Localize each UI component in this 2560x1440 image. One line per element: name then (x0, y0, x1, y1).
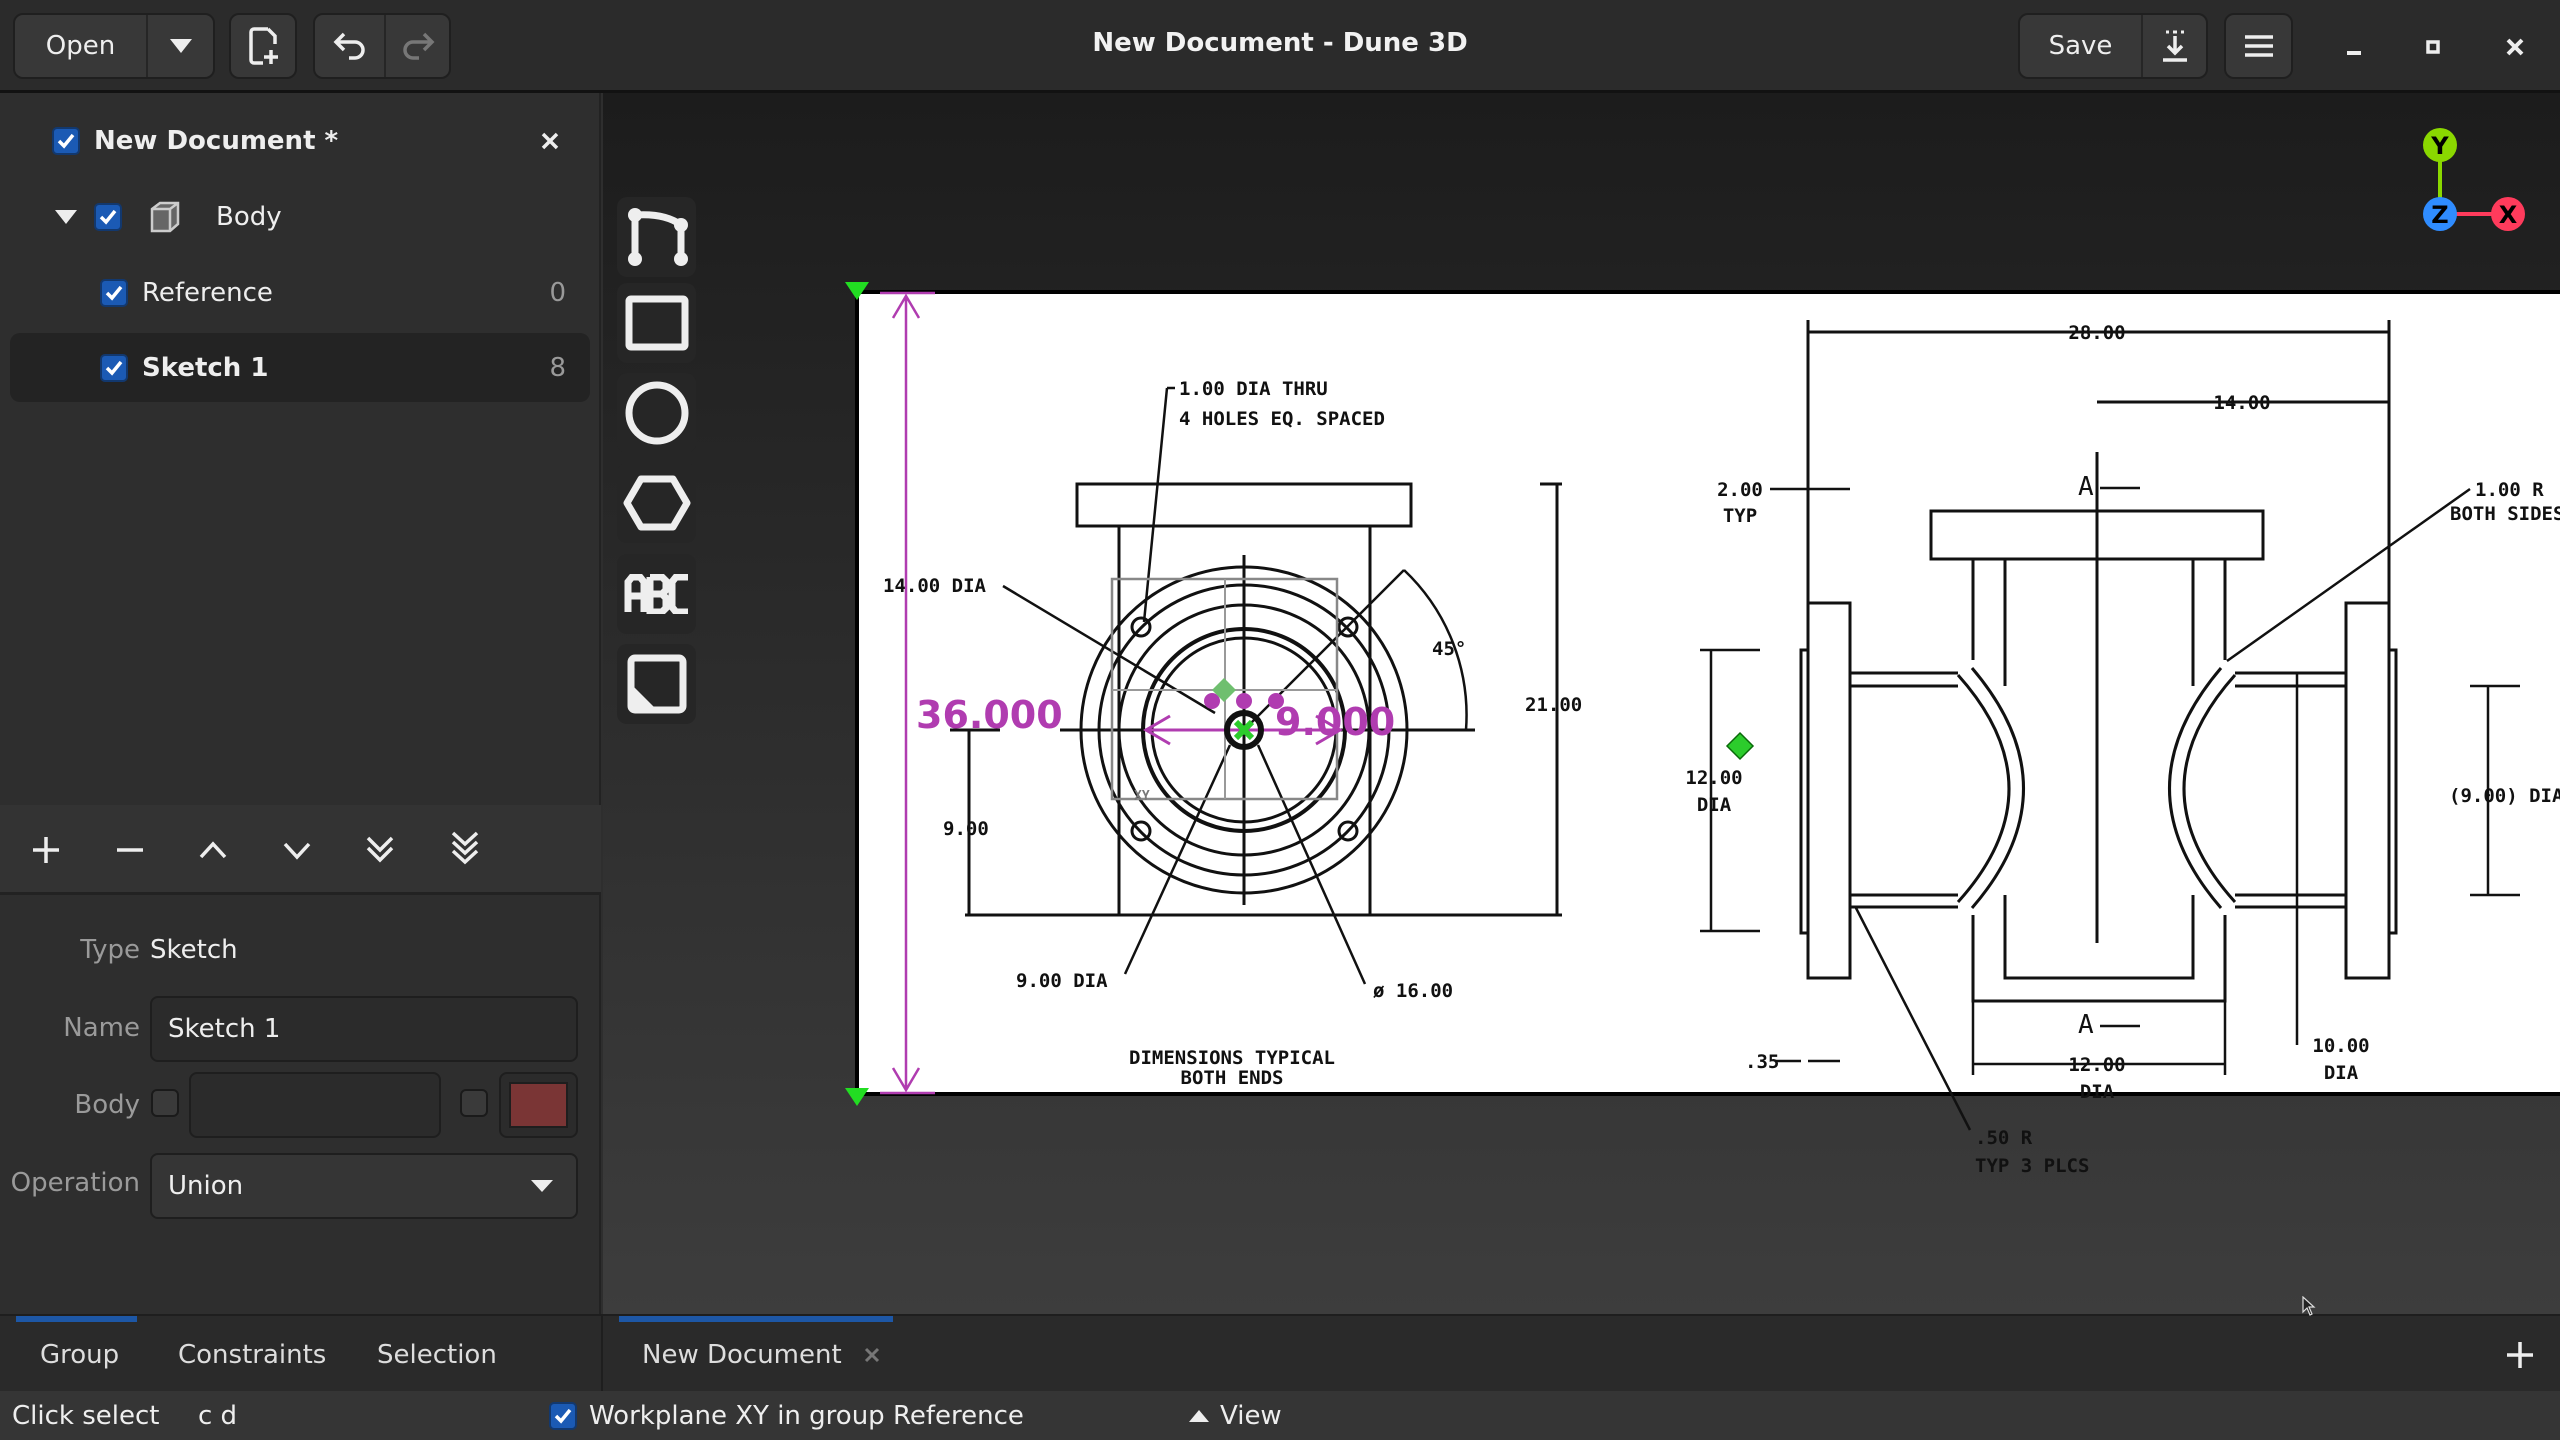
image-anchor-marker[interactable] (845, 1088, 869, 1106)
draw-contour-tool[interactable] (617, 197, 696, 277)
drawing-label: 12.00 (2068, 1054, 2125, 1076)
section-marker: A (2078, 472, 2094, 502)
status-message: Click select (12, 1400, 160, 1431)
drawing-label: 45° (1432, 638, 1466, 660)
drawing-label: DIA (2080, 1081, 2115, 1103)
drawing-label: 2.00 (1717, 479, 1763, 501)
drawing-label: BOTH ENDS (1181, 1067, 1284, 1089)
rectangle-tool[interactable] (617, 283, 696, 363)
workplane-label: XY (1134, 789, 1150, 804)
x-axis-label: X (2499, 201, 2518, 229)
workplane-label: Workplane XY in group Reference (589, 1400, 1024, 1431)
drawing-label: 4 HOLES EQ. SPACED (1179, 408, 1385, 430)
axis-gizmo[interactable]: Y Z X (2423, 128, 2525, 231)
new-tab-button[interactable] (2505, 1316, 2535, 1393)
circle-icon (625, 381, 688, 445)
bottom-tab-bar: Group Constraints Selection New Document (0, 1314, 2560, 1393)
drawing-label: 14.00 DIA (883, 575, 987, 597)
drawing-label: .35 (1745, 1051, 1779, 1073)
drawing-label: 28.00 (2068, 322, 2125, 344)
tab-new-document[interactable]: New Document (642, 1316, 880, 1393)
plus-icon (2507, 1341, 2533, 1368)
canvas-drawing[interactable]: 1.00 DIA THRU 4 HOLES EQ. SPACED 14.00 D… (0, 0, 2560, 1440)
drawing-label: (9.00) DIA (2449, 785, 2560, 807)
drawing-label: 9.00 DIA (1016, 970, 1108, 992)
close-tab-icon[interactable] (864, 1347, 880, 1363)
document-tab-label: New Document (642, 1339, 842, 1370)
mouse-cursor-icon (2302, 1296, 2316, 1316)
drawing-label: 9.00 (943, 818, 989, 840)
draw-contour-icon (627, 208, 688, 266)
drawing-label: BOTH SIDES (2450, 503, 2560, 525)
divider (601, 1316, 603, 1393)
workplane-tool[interactable] (617, 644, 696, 724)
polygon-icon (623, 475, 690, 531)
drawing-label: 21.00 (1525, 694, 1582, 716)
workplane-checkbox[interactable] (549, 1401, 577, 1430)
drawing-label: .50 R (1975, 1127, 2033, 1149)
checkmark-icon (554, 1408, 572, 1424)
key-sequence: c d (198, 1400, 238, 1431)
drawing-label: DIA (1697, 794, 1732, 816)
tab-selection[interactable]: Selection (377, 1316, 497, 1393)
drawing-label: 14.00 (2213, 392, 2270, 414)
text-icon (624, 574, 688, 614)
tab-constraints[interactable]: Constraints (178, 1316, 326, 1393)
polygon-tool[interactable] (617, 463, 696, 543)
z-axis-label: Z (2431, 201, 2448, 229)
caret-up-icon (1189, 1409, 1209, 1422)
diameter-constraint-label[interactable]: 9.000 (1275, 700, 1395, 744)
text-tool[interactable] (617, 554, 696, 634)
status-bar: Click select c d Workplane XY in group R… (0, 1391, 2560, 1440)
drawing-label: ø 16.00 (1373, 980, 1453, 1002)
tab-group[interactable]: Group (40, 1316, 119, 1393)
length-constraint-label[interactable]: 36.000 (916, 693, 1063, 737)
constraint-point[interactable] (1268, 693, 1284, 709)
constraint-point[interactable] (1236, 693, 1252, 709)
workplane-toggle[interactable]: Workplane XY in group Reference (549, 1401, 1024, 1431)
drawing-label: 1.00 R (2475, 479, 2544, 501)
drawing-label: 12.00 (1685, 767, 1742, 789)
section-marker: A (2078, 1010, 2094, 1040)
view-menu-button[interactable]: View (1188, 1401, 1282, 1431)
y-axis-label: Y (2430, 132, 2449, 160)
view-label: View (1220, 1400, 1282, 1431)
drawing-label: DIA (2324, 1062, 2359, 1084)
workplane-icon (627, 654, 686, 714)
drawing-label: 1.00 DIA THRU (1179, 378, 1328, 400)
drawing-label: TYP 3 PLCS (1975, 1155, 2089, 1177)
drawing-label: 10.00 (2312, 1035, 2369, 1057)
drawing-label: DIMENSIONS TYPICAL (1129, 1047, 1335, 1069)
rectangle-icon (625, 295, 688, 351)
circle-tool[interactable] (617, 373, 696, 453)
drawing-label: TYP (1723, 505, 1757, 527)
